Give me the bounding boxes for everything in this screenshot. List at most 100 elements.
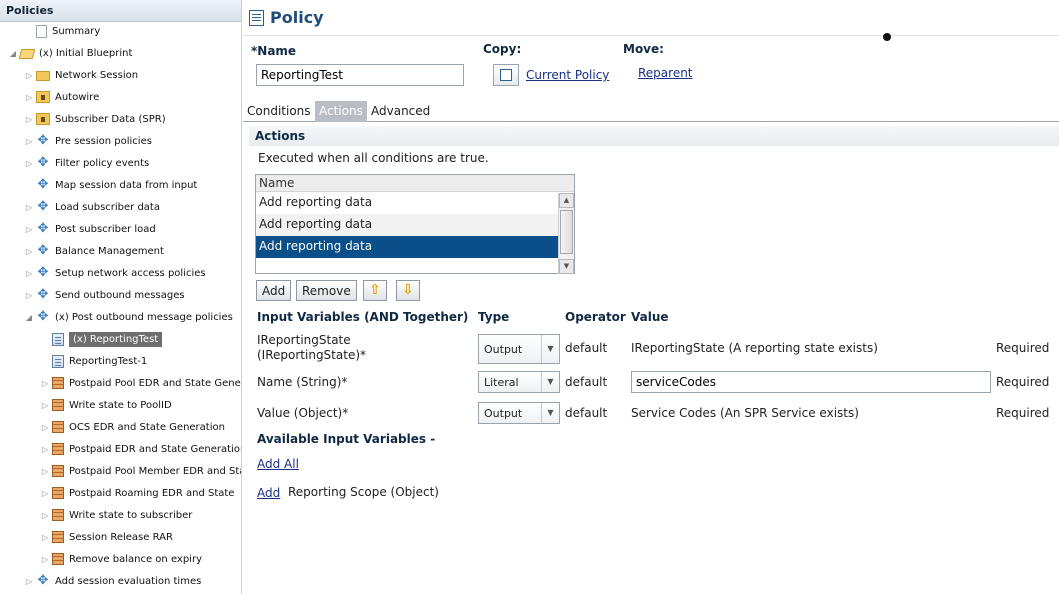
copy-current-policy-link[interactable]: Current Policy	[526, 68, 609, 82]
tab-actions[interactable]: Actions	[315, 101, 367, 122]
expand-toggle-icon[interactable]: ▷	[24, 225, 34, 234]
tree-item-label: Postpaid Roaming EDR and State	[69, 487, 235, 499]
remove-action-button[interactable]: Remove	[296, 280, 357, 301]
list-item[interactable]: Add reporting data	[256, 192, 558, 214]
add-variable-link[interactable]: Add	[257, 486, 280, 500]
operator-header: Operator	[565, 310, 626, 324]
tree-item-label: ReportingTest-1	[69, 355, 148, 367]
gear-icon: ✥	[37, 155, 49, 170]
expand-toggle-icon[interactable]: ▷	[40, 489, 50, 498]
tree-item[interactable]: ◢ ✥ (x) Post outbound message policies	[24, 306, 233, 328]
add-action-button[interactable]: Add	[256, 280, 292, 301]
cursor-dot	[883, 33, 891, 41]
list-item-selected[interactable]: Add reporting data	[256, 236, 558, 258]
type-select[interactable]: Literal ▼	[478, 371, 560, 393]
actions-list[interactable]: Name Add reporting data Add reporting da…	[255, 174, 575, 274]
tab-conditions[interactable]: Conditions	[243, 101, 315, 122]
grid-icon	[52, 487, 64, 499]
tree-item[interactable]: ▷ Network Session	[24, 64, 138, 86]
tree-item[interactable]: ▷ Postpaid Pool Member EDR and State	[40, 460, 242, 482]
list-item[interactable]: Add reporting data	[256, 214, 558, 236]
tree-item[interactable]: ReportingTest-1	[40, 350, 147, 372]
tree-item[interactable]: ▷ Write state to PoolID	[40, 394, 172, 416]
tree-item[interactable]: ▷ ✥ Setup network access policies	[24, 262, 206, 284]
tree-item[interactable]: ▷ ✥ Send outbound messages	[24, 284, 185, 306]
tree-item[interactable]: ▷ Postpaid Pool EDR and State Generation	[40, 372, 241, 394]
add-all-link[interactable]: Add All	[257, 457, 299, 471]
name-field[interactable]	[256, 64, 464, 86]
expand-toggle-icon[interactable]: ▷	[24, 93, 34, 102]
expand-toggle-icon[interactable]: ▷	[40, 401, 50, 410]
page-title: Policy	[270, 8, 324, 27]
chevron-down-icon: ▼	[541, 372, 559, 392]
expand-toggle-icon[interactable]: ▷	[40, 555, 50, 564]
expand-toggle-icon[interactable]: ▷	[40, 423, 50, 432]
gear-icon: ✥	[37, 309, 49, 324]
expand-toggle-icon[interactable]: ▷	[40, 533, 50, 542]
tree-item[interactable]: ▷ ✥ Add session evaluation times	[24, 570, 201, 592]
variable-name: Value (Object)*	[257, 406, 349, 420]
tree-item[interactable]: ▷ Session Release RAR	[40, 526, 173, 548]
tree-item-label: Send outbound messages	[55, 289, 185, 301]
expand-toggle-icon[interactable]: ▷	[40, 511, 50, 520]
expand-toggle-icon[interactable]: ▷	[24, 577, 34, 586]
expand-toggle-icon[interactable]: ▷	[40, 379, 50, 388]
tree-item-label: Load subscriber data	[55, 201, 160, 213]
scroll-thumb[interactable]	[560, 210, 573, 254]
arrow-up-icon[interactable]: ⇧	[363, 280, 387, 301]
scroll-up-icon[interactable]: ▲	[559, 193, 574, 208]
tree-item-label: Postpaid EDR and State Generation	[69, 443, 242, 455]
grid-icon	[52, 553, 64, 565]
gear-icon: ✥	[37, 573, 49, 588]
expand-toggle-icon[interactable]: ▷	[24, 137, 34, 146]
variable-name: Name (String)*	[257, 375, 348, 389]
expand-toggle-icon[interactable]: ▷	[40, 467, 50, 476]
tree-item[interactable]: ▷ ✥ Pre session policies	[24, 130, 152, 152]
list-scrollbar[interactable]: ▲ ▼	[558, 193, 574, 274]
expand-toggle-icon[interactable]: ▷	[24, 247, 34, 256]
copy-icon-button[interactable]	[493, 64, 519, 86]
tree-item[interactable]: ◢ (x) Initial Blueprint	[8, 42, 132, 64]
tree-item[interactable]: Summary	[24, 20, 100, 42]
arrow-down-icon[interactable]: ⇩	[396, 280, 420, 301]
tree-item[interactable]: ▷ ✥ Load subscriber data	[24, 196, 160, 218]
move-label: Move:	[623, 42, 664, 56]
expand-toggle-icon[interactable]: ▷	[24, 115, 34, 124]
expand-toggle-icon[interactable]: ▷	[24, 269, 34, 278]
tree-item[interactable]: ▷ Postpaid Roaming EDR and State	[40, 482, 234, 504]
tree-item[interactable]: ▷ Postpaid EDR and State Generation	[40, 438, 242, 460]
expand-toggle-icon[interactable]: ▷	[24, 71, 34, 80]
tree-item[interactable]: ▷ ✥ Filter policy events	[24, 152, 149, 174]
expand-toggle-icon[interactable]: ◢	[8, 49, 18, 58]
tree-item[interactable]: ▷ Write state to subscriber	[40, 504, 192, 526]
tab-strip: Conditions Actions Advanced	[243, 100, 1059, 122]
input-variables-header: Input Variables (AND Together)	[257, 310, 469, 324]
tree-item-label: Postpaid Pool Member EDR and State	[69, 465, 242, 477]
tree-item[interactable]: ▷ Subscriber Data (SPR)	[24, 108, 166, 130]
type-select[interactable]: Output ▼	[478, 334, 560, 364]
tab-advanced[interactable]: Advanced	[367, 101, 434, 122]
list-column-header: Name	[256, 175, 574, 192]
variable-name-type: (IReportingState)*	[257, 348, 367, 362]
tree-item[interactable]: ▷ OCS EDR and State Generation	[40, 416, 225, 438]
grid-icon	[52, 509, 64, 521]
tree-item[interactable]: ▷ ✥ Post subscriber load	[24, 218, 156, 240]
tree-item[interactable]: ▷ Remove balance on expiry	[40, 548, 202, 570]
expand-toggle-icon[interactable]: ◢	[24, 313, 34, 322]
reparent-link[interactable]: Reparent	[638, 66, 693, 80]
expand-toggle-icon[interactable]: ▷	[24, 203, 34, 212]
chevron-down-icon: ▼	[541, 403, 559, 423]
tree-item[interactable]: ✥ Map session data from input	[24, 174, 198, 196]
type-select[interactable]: Output ▼	[478, 402, 560, 424]
scroll-down-icon[interactable]: ▼	[559, 259, 574, 274]
grid-icon	[52, 531, 64, 543]
available-variable-name: Reporting Scope (Object)	[288, 485, 439, 499]
tree-item[interactable]: (x) ReportingTest	[40, 328, 163, 350]
expand-toggle-icon[interactable]: ▷	[40, 445, 50, 454]
literal-value-field[interactable]	[631, 371, 991, 393]
tree-item[interactable]: ▷ Autowire	[24, 86, 99, 108]
expand-toggle-icon[interactable]: ▷	[24, 159, 34, 168]
variable-value: Service Codes (An SPR Service exists)	[631, 406, 859, 420]
tree-item[interactable]: ▷ ✥ Balance Management	[24, 240, 164, 262]
expand-toggle-icon[interactable]: ▷	[24, 291, 34, 300]
